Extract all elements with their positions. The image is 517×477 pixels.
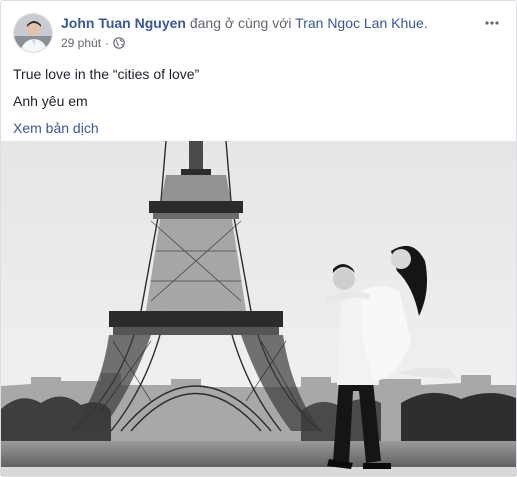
with-text: đang ở cùng với: [189, 15, 292, 31]
post-meta: 29 phút ·: [61, 36, 125, 50]
tagged-person-link[interactable]: Tran Ngoc Lan Khue: [295, 15, 424, 31]
globe-icon[interactable]: [113, 37, 125, 49]
post-header: John Tuan Nguyen đang ở cùng với Tran Ng…: [13, 11, 504, 55]
author-avatar[interactable]: [13, 13, 53, 53]
post-text-line-1: True love in the “cities of love”: [13, 66, 200, 82]
timestamp-link[interactable]: 29 phút: [61, 36, 101, 50]
post-title-line: John Tuan Nguyen đang ở cùng với Tran Ng…: [61, 15, 428, 31]
translate-link[interactable]: Xem bản dịch: [13, 119, 99, 137]
author-name-link[interactable]: John Tuan Nguyen: [61, 15, 186, 31]
post-photo[interactable]: [1, 141, 516, 476]
feed-post: John Tuan Nguyen đang ở cùng với Tran Ng…: [0, 0, 517, 477]
photo-scene: [1, 141, 516, 476]
meta-separator: ·: [105, 36, 110, 50]
more-horizontal-icon[interactable]: [482, 13, 502, 33]
post-text-line-2: Anh yêu em: [13, 93, 88, 109]
title-period: .: [423, 15, 428, 31]
post-body: True love in the “cities of love” Anh yê…: [13, 65, 504, 137]
